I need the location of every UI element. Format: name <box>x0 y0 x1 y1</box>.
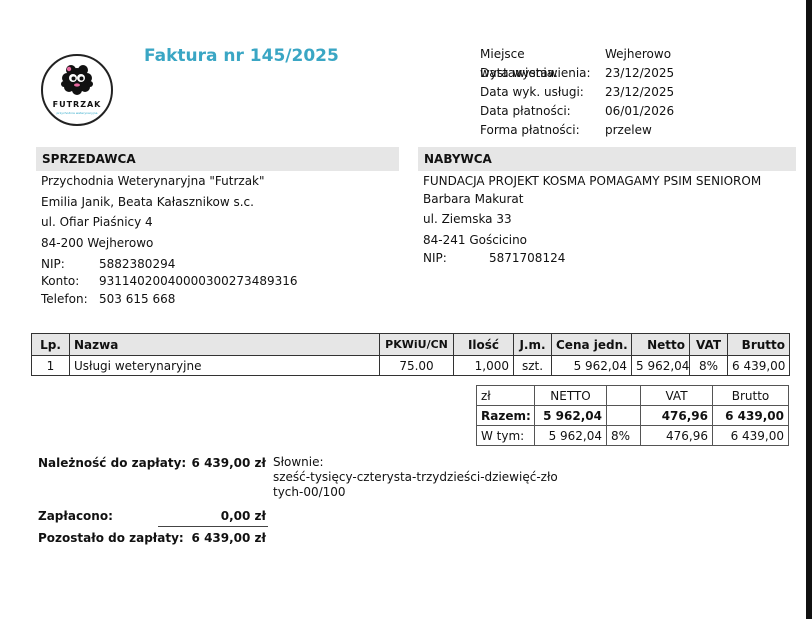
summary-netto-header: NETTO <box>534 385 607 406</box>
cell-pkwiu: 75.00 <box>379 355 454 376</box>
meta-value: przelew <box>605 123 652 137</box>
seller-nip-row: NIP: 5882380294 <box>41 257 175 271</box>
summary-incl-row: W tym: 5 962,04 8% 476,96 6 439,00 <box>476 425 789 446</box>
meta-label: Data płatności: <box>480 104 571 118</box>
summary-header-row: zł NETTO VAT Brutto <box>476 385 789 406</box>
seller-phone-row: Telefon: 503 615 668 <box>41 292 175 306</box>
seller-nip-label: NIP: <box>41 257 65 271</box>
summary-total-brutto: 6 439,00 <box>712 405 789 426</box>
meta-row-payment-method: Forma płatności: przelew <box>480 121 674 140</box>
summary-incl-vat: 476,96 <box>640 425 713 446</box>
cell-unit-price: 5 962,04 <box>551 355 632 376</box>
summary-incl-rate: 8% <box>606 425 641 446</box>
items-header-row: Lp. Nazwa PKWiU/CN Ilość J.m. Cena jedn.… <box>31 333 790 356</box>
col-header-name: Nazwa <box>69 333 380 356</box>
meta-label: Miejsce wystawienia: <box>480 47 559 80</box>
meta-value: Wejherowo <box>605 47 672 61</box>
seller-phone: 503 615 668 <box>99 292 176 306</box>
invoice-title: Faktura nr 145/2025 <box>144 46 339 66</box>
meta-row-issue-date: Data wystawienia: 23/12/2025 <box>480 64 674 83</box>
meta-row-place: Miejsce wystawienia: Wejherowo <box>480 45 674 80</box>
col-header-vat: VAT <box>689 333 728 356</box>
invoice-meta: Miejsce wystawienia: Wejherowo Data wyst… <box>480 45 674 140</box>
buyer-name: FUNDACJA PROJEKT KOSMA POMAGAMY PSIM SEN… <box>423 174 762 188</box>
summary-currency: zł <box>476 385 535 406</box>
remaining-label: Pozostało do zapłaty: <box>38 531 184 545</box>
amount-in-words-line1: sześć-tysięcy-czterysta-trzydzieści-dzie… <box>273 470 558 484</box>
meta-value: 06/01/2026 <box>605 104 675 118</box>
table-row: 1 Usługi weterynaryjne 75.00 1,000 szt. … <box>31 355 790 376</box>
buyer-heading: NABYWCA <box>418 147 796 171</box>
window-edge <box>806 0 812 619</box>
buyer-nip: 5871708124 <box>489 251 566 265</box>
cell-gross: 6 439,00 <box>727 355 790 376</box>
col-header-lp: Lp. <box>31 333 70 356</box>
seller-account: 93114020040000300273489316 <box>99 274 298 288</box>
seller-account-row: Konto: 93114020040000300273489316 <box>41 274 298 288</box>
amount-in-words-label: Słownie: <box>273 455 324 469</box>
summary-empty-cell <box>606 405 641 426</box>
col-header-gross: Brutto <box>727 333 790 356</box>
cell-unit: szt. <box>513 355 552 376</box>
col-header-pkwiu: PKWiU/CN <box>379 333 454 356</box>
cell-net: 5 962,04 <box>631 355 690 376</box>
cell-name: Usługi weterynaryjne <box>69 355 380 376</box>
seller-owners: Emilia Janik, Beata Kałasznikow s.c. <box>41 195 254 209</box>
logo-tagline: przychodnia weterynaryjna <box>56 111 98 115</box>
summary-incl-brutto: 6 439,00 <box>712 425 789 446</box>
paid-label: Zapłacono: <box>38 509 113 523</box>
seller-name: Przychodnia Weterynaryjna "Futrzak" <box>41 174 265 188</box>
buyer-street: ul. Ziemska 33 <box>423 212 512 226</box>
summary-vat-header: VAT <box>640 385 713 406</box>
seller-heading: SPRZEDAWCA <box>36 147 399 171</box>
col-header-net: Netto <box>631 333 690 356</box>
col-header-unit: J.m. <box>513 333 552 356</box>
summary-total-row: Razem: 5 962,04 476,96 6 439,00 <box>476 405 789 426</box>
buyer-person: Barbara Makurat <box>423 192 524 206</box>
meta-row-payment-date: Data płatności: 06/01/2026 <box>480 102 674 121</box>
cell-qty: 1,000 <box>453 355 514 376</box>
amount-in-words-line2: tych-00/100 <box>273 485 346 499</box>
seller-phone-label: Telefon: <box>41 292 88 306</box>
summary-total-netto: 5 962,04 <box>534 405 607 426</box>
meta-label: Data wystawienia: <box>480 66 591 80</box>
summary-total-vat: 476,96 <box>640 405 713 426</box>
items-table: Lp. Nazwa PKWiU/CN Ilość J.m. Cena jedn.… <box>31 333 790 376</box>
meta-label: Data wyk. usługi: <box>480 85 584 99</box>
totals-divider <box>158 526 268 527</box>
company-logo: FUTRZAK przychodnia weterynaryjna <box>41 54 113 126</box>
seller-city: 84-200 Wejherowo <box>41 236 154 250</box>
col-header-unit-price: Cena jedn. <box>551 333 632 356</box>
buyer-city: 84-241 Gościcino <box>423 233 528 247</box>
meta-value: 23/12/2025 <box>605 85 675 99</box>
amount-due-value: 6 439,00 zł <box>191 456 266 470</box>
col-header-qty: Ilość <box>453 333 514 356</box>
seller-street: ul. Ofiar Piaśnicy 4 <box>41 215 153 229</box>
summary-empty-cell <box>606 385 641 406</box>
seller-account-label: Konto: <box>41 274 80 288</box>
summary-incl-netto: 5 962,04 <box>534 425 607 446</box>
summary-table: zł NETTO VAT Brutto Razem: 5 962,04 476,… <box>476 385 789 446</box>
cell-vat: 8% <box>689 355 728 376</box>
paid-value: 0,00 zł <box>220 509 266 523</box>
cell-lp: 1 <box>31 355 70 376</box>
seller-nip: 5882380294 <box>99 257 176 271</box>
remaining-value: 6 439,00 zł <box>191 531 266 545</box>
buyer-nip-row: NIP: 5871708124 <box>423 251 565 265</box>
summary-total-label: Razem: <box>476 405 535 426</box>
buyer-nip-label: NIP: <box>423 251 447 265</box>
logo-wordmark: FUTRZAK <box>52 100 102 109</box>
summary-brutto-header: Brutto <box>712 385 789 406</box>
amount-due-label: Należność do zapłaty: <box>38 456 187 470</box>
meta-value: 23/12/2025 <box>605 66 675 80</box>
meta-row-service-date: Data wyk. usługi: 23/12/2025 <box>480 83 674 102</box>
meta-label: Forma płatności: <box>480 123 580 137</box>
summary-incl-label: W tym: <box>476 425 535 446</box>
